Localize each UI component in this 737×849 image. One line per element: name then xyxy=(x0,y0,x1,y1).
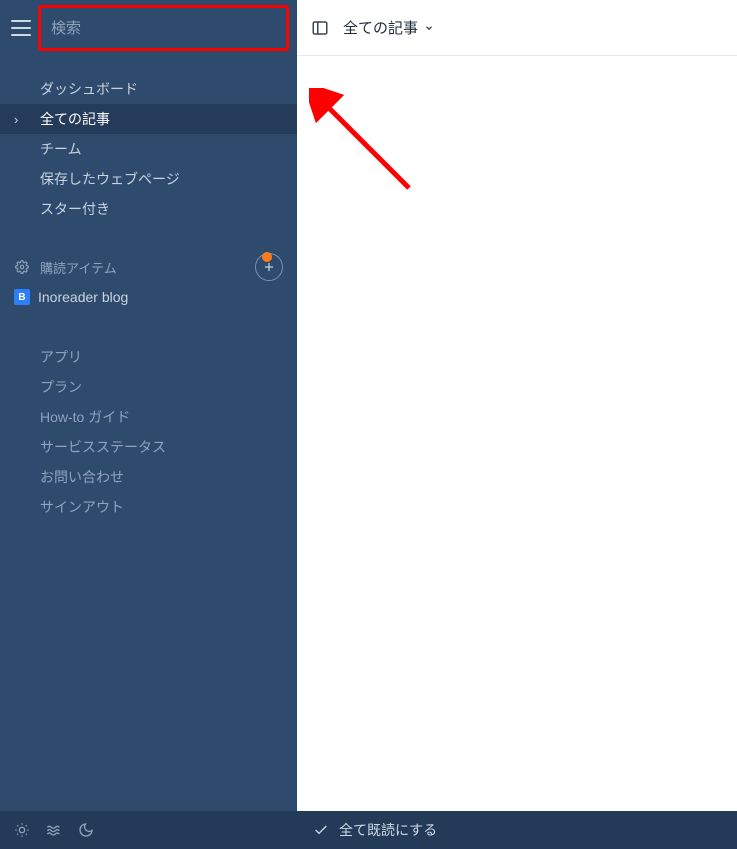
layout-icon[interactable] xyxy=(311,19,329,37)
sidebar: ダッシュボード › 全ての記事 チーム 保存したウェブページ スター付き 購読ア… xyxy=(0,0,297,849)
feed-item-label: Inoreader blog xyxy=(38,289,128,305)
search-highlight-box xyxy=(38,5,289,51)
check-icon xyxy=(313,822,329,838)
header-title-dropdown[interactable]: 全ての記事 xyxy=(343,17,434,38)
secondary-item-label: お問い合わせ xyxy=(40,467,124,487)
mark-all-read-button[interactable]: 全て既読にする xyxy=(297,811,737,849)
notification-dot-icon xyxy=(262,252,272,262)
sidebar-item-starred[interactable]: スター付き xyxy=(0,194,297,224)
add-subscription-button[interactable] xyxy=(255,253,283,281)
subscriptions-title: 購読アイテム xyxy=(40,258,117,277)
sidebar-top xyxy=(0,0,297,56)
sidebar-item-label: 保存したウェブページ xyxy=(40,169,180,189)
sidebar-item-label: スター付き xyxy=(40,199,110,219)
hamburger-button[interactable] xyxy=(8,15,34,41)
sidebar-item-label: チーム xyxy=(40,139,82,159)
sidebar-item-label: 全ての記事 xyxy=(40,109,110,129)
header-title-text: 全ての記事 xyxy=(343,17,418,38)
chevron-down-icon xyxy=(424,23,434,33)
sidebar-item-dashboard[interactable]: ダッシュボード xyxy=(0,74,297,104)
secondary-item-label: How-to ガイド xyxy=(40,407,130,427)
moon-icon[interactable] xyxy=(78,822,94,838)
secondary-item-label: アプリ xyxy=(40,347,82,367)
feed-badge: B xyxy=(14,289,30,305)
mark-all-read-label: 全て既読にする xyxy=(339,820,437,840)
main-header: 全ての記事 xyxy=(297,0,737,56)
sidebar-item-all-articles[interactable]: › 全ての記事 xyxy=(0,104,297,134)
annotation-arrow-icon xyxy=(309,88,429,208)
secondary-item-label: プラン xyxy=(40,377,82,397)
secondary-item-howto[interactable]: How-to ガイド xyxy=(0,402,297,432)
secondary-item-plans[interactable]: プラン xyxy=(0,372,297,402)
gear-icon[interactable] xyxy=(14,259,30,275)
secondary-nav: アプリ プラン How-to ガイド サービスステータス お問い合わせ サインア… xyxy=(0,342,297,522)
secondary-item-signout[interactable]: サインアウト xyxy=(0,492,297,522)
secondary-item-label: サービスステータス xyxy=(40,437,166,457)
main-pane: 全ての記事 全て既読にする xyxy=(297,0,737,849)
chevron-right-icon: › xyxy=(14,112,18,127)
secondary-item-contact[interactable]: お問い合わせ xyxy=(0,462,297,492)
sidebar-item-team[interactable]: チーム xyxy=(0,134,297,164)
main-body xyxy=(297,56,737,811)
subscriptions-section-header: 購読アイテム xyxy=(0,252,297,282)
nav-block: ダッシュボード › 全ての記事 チーム 保存したウェブページ スター付き xyxy=(0,74,297,224)
waves-icon[interactable] xyxy=(46,822,62,838)
feed-item-inoreader-blog[interactable]: B Inoreader blog xyxy=(0,282,297,312)
secondary-item-status[interactable]: サービスステータス xyxy=(0,432,297,462)
search-input[interactable] xyxy=(51,20,276,37)
secondary-item-apps[interactable]: アプリ xyxy=(0,342,297,372)
sidebar-footer xyxy=(0,811,297,849)
secondary-item-label: サインアウト xyxy=(40,497,124,517)
sidebar-item-saved-pages[interactable]: 保存したウェブページ xyxy=(0,164,297,194)
brightness-icon[interactable] xyxy=(14,822,30,838)
sidebar-item-label: ダッシュボード xyxy=(40,79,138,99)
